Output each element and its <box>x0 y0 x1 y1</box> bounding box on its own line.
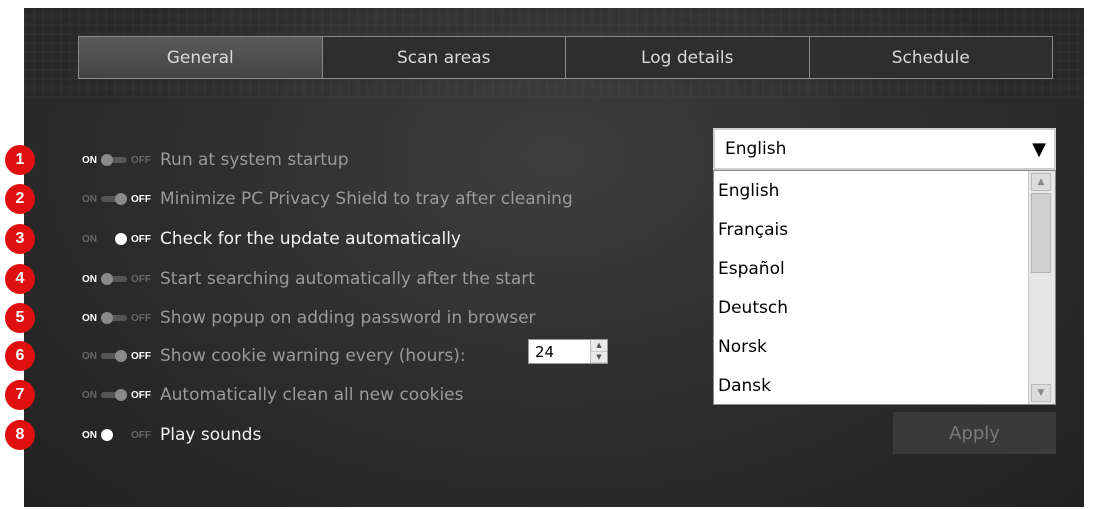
toggle-auto-clean-cookies[interactable]: ON OFF <box>82 389 160 401</box>
step-badge-1: 1 <box>5 145 35 175</box>
language-option[interactable]: Dansk <box>714 366 1055 405</box>
toggle-off-text: OFF <box>131 429 151 441</box>
toggle-off-text: OFF <box>131 389 151 401</box>
language-list-scrollbar[interactable]: ▲ ▼ <box>1028 171 1055 404</box>
step-badge-3: 3 <box>5 224 35 254</box>
scroll-up-icon[interactable]: ▲ <box>1031 173 1051 191</box>
toggle-on-text: ON <box>82 233 97 245</box>
tab-log-details[interactable]: Log details <box>565 37 809 78</box>
setting-cookie-warning: ON OFF Show cookie warning every (hours)… <box>82 344 466 368</box>
step-badge-4: 4 <box>5 264 35 294</box>
setting-label: Show cookie warning every (hours): <box>160 346 466 366</box>
dropdown-arrow-icon[interactable]: ▼ <box>1032 139 1046 160</box>
toggle-cookie-warning[interactable]: ON OFF <box>82 350 160 362</box>
toggle-password-popup[interactable]: ON OFF <box>82 312 160 324</box>
setting-label: Check for the update automatically <box>160 229 461 249</box>
toggle-play-sounds[interactable]: ON OFF <box>82 429 160 441</box>
language-select[interactable]: English ▼ <box>713 128 1056 170</box>
scroll-down-icon[interactable]: ▼ <box>1031 384 1051 402</box>
setting-label: Show popup on adding password in browser <box>160 308 536 328</box>
language-option[interactable]: Français <box>714 210 1055 249</box>
toggle-check-update[interactable]: ON OFF <box>82 233 160 245</box>
setting-start-searching: ON OFF Start searching automatically aft… <box>82 267 535 291</box>
stepper-up-icon[interactable]: ▲ <box>591 340 607 352</box>
step-badge-6: 6 <box>5 341 35 371</box>
stepper-down-icon[interactable]: ▼ <box>591 351 607 363</box>
setting-label: Start searching automatically after the … <box>160 269 535 289</box>
language-selected: English <box>725 139 787 159</box>
setting-password-popup: ON OFF Show popup on adding password in … <box>82 306 536 330</box>
toggle-start-searching[interactable]: ON OFF <box>82 273 160 285</box>
toggle-off-text: OFF <box>131 273 151 285</box>
toggle-on-text: ON <box>82 312 97 324</box>
tab-schedule[interactable]: Schedule <box>808 37 1053 78</box>
setting-run-at-startup: ON OFF Run at system startup <box>82 148 349 172</box>
step-badge-2: 2 <box>5 184 35 214</box>
toggle-minimize-to-tray[interactable]: ON OFF <box>82 193 160 205</box>
setting-label: Run at system startup <box>160 150 349 170</box>
toggle-off-text: OFF <box>131 193 151 205</box>
toggle-on-text: ON <box>82 193 97 205</box>
toggle-off-text: OFF <box>131 154 151 166</box>
cookie-hours-value[interactable]: 24 <box>529 343 590 361</box>
step-badge-5: 5 <box>5 303 35 333</box>
tab-general[interactable]: General <box>79 37 322 78</box>
scroll-thumb[interactable] <box>1031 193 1051 273</box>
language-option[interactable]: Español <box>714 249 1055 288</box>
toggle-on-text: ON <box>82 429 97 441</box>
setting-minimize-to-tray: ON OFF Minimize PC Privacy Shield to tra… <box>82 187 573 211</box>
tab-scan-areas[interactable]: Scan areas <box>321 37 566 78</box>
toggle-off-text: OFF <box>131 312 151 324</box>
toggle-on-text: ON <box>82 273 97 285</box>
language-option[interactable]: Norsk <box>714 327 1055 366</box>
step-badge-8: 8 <box>5 420 35 450</box>
language-option[interactable]: English <box>714 171 1055 210</box>
setting-label: Minimize PC Privacy Shield to tray after… <box>160 189 573 209</box>
toggle-on-text: ON <box>82 389 97 401</box>
setting-label: Automatically clean all new cookies <box>160 385 464 405</box>
step-badge-7: 7 <box>5 380 35 410</box>
language-list: English Français Español Deutsch Norsk D… <box>713 170 1056 405</box>
tab-bar: General Scan areas Log details Schedule <box>78 36 1053 79</box>
toggle-run-at-startup[interactable]: ON OFF <box>82 154 160 166</box>
language-option[interactable]: Deutsch <box>714 288 1055 327</box>
toggle-off-text: OFF <box>131 350 151 362</box>
apply-button[interactable]: Apply <box>893 412 1056 454</box>
setting-auto-clean-cookies: ON OFF Automatically clean all new cooki… <box>82 383 463 407</box>
setting-play-sounds: ON OFF Play sounds <box>82 423 261 447</box>
toggle-off-text: OFF <box>131 233 151 245</box>
toggle-on-text: ON <box>82 350 97 362</box>
setting-check-update: ON OFF Check for the update automaticall… <box>82 227 461 251</box>
toggle-on-text: ON <box>82 154 97 166</box>
setting-label: Play sounds <box>160 425 262 445</box>
cookie-hours-stepper[interactable]: 24 ▲ ▼ <box>528 339 608 364</box>
